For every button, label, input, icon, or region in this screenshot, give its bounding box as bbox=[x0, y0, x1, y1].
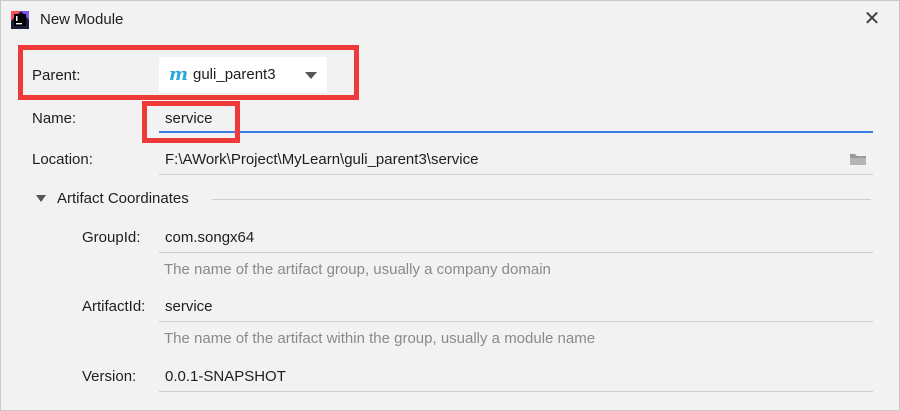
version-label: Version: bbox=[82, 368, 137, 385]
location-field[interactable]: F:\AWork\Project\MyLearn\guli_parent3\se… bbox=[165, 151, 478, 168]
artifactid-underline bbox=[159, 321, 873, 322]
dialog-title: New Module bbox=[40, 11, 124, 28]
intellij-app-icon bbox=[11, 11, 29, 29]
section-divider bbox=[212, 199, 871, 200]
version-field[interactable]: 0.0.1-SNAPSHOT bbox=[165, 368, 286, 385]
name-label: Name: bbox=[32, 110, 77, 127]
close-icon[interactable]: ✕ bbox=[860, 7, 884, 31]
title-bar: New Module ✕ bbox=[1, 1, 899, 39]
parent-highlight-box bbox=[18, 45, 359, 100]
location-underline bbox=[159, 174, 873, 175]
artifactid-hint: The name of the artifact within the grou… bbox=[164, 330, 596, 347]
folder-icon[interactable] bbox=[849, 152, 867, 166]
groupid-field[interactable]: com.songx64 bbox=[165, 229, 254, 246]
location-label: Location: bbox=[32, 151, 93, 168]
new-module-dialog: New Module ✕ Parent: m guli_parent3 Name… bbox=[0, 0, 900, 411]
name-highlight-box bbox=[142, 101, 240, 143]
groupid-label: GroupId: bbox=[82, 229, 141, 246]
chevron-down-icon[interactable] bbox=[36, 195, 46, 202]
groupid-underline bbox=[159, 252, 873, 253]
name-field-focus-underline bbox=[159, 131, 873, 133]
artifactid-field[interactable]: service bbox=[165, 298, 213, 315]
groupid-hint: The name of the artifact group, usually … bbox=[164, 261, 551, 278]
version-underline bbox=[159, 391, 873, 392]
artifact-section-title[interactable]: Artifact Coordinates bbox=[57, 190, 189, 207]
artifactid-label: ArtifactId: bbox=[82, 298, 146, 315]
